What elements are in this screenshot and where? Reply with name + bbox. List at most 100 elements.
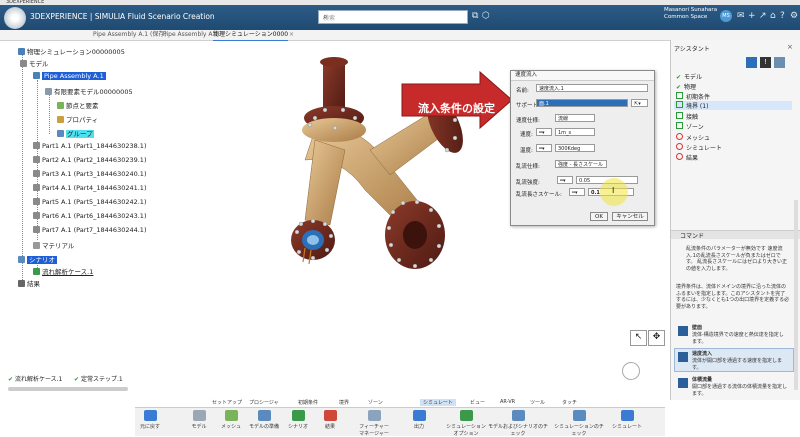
assistant-item-label: シミュレート (686, 145, 722, 152)
home-icon[interactable]: ⌂ (770, 11, 776, 21)
ribbon-tab-simulate[interactable]: シミュレート (420, 399, 456, 406)
results-button[interactable]: 結果 (316, 410, 344, 430)
mesh-button[interactable]: メッシュ (217, 410, 245, 430)
tree-part-label: Part2 A.1 (Part2_1844630239.1) (42, 156, 147, 164)
velocity-field[interactable]: 1m_s (555, 128, 595, 136)
part-icon (33, 156, 40, 163)
tree-part-label: Part3 A.1 (Part3_1844630240.1) (42, 170, 147, 178)
assistant-item-initial-conditions[interactable]: 初期条件 (676, 92, 710, 101)
tree-item-part[interactable]: Part6 A.1 (Part6_1844630243.1) (33, 212, 146, 220)
assistant-item-boundary[interactable]: 境界 (1) (674, 101, 792, 110)
tree-item-scenario[interactable]: シナリオ (18, 254, 57, 264)
help-icon[interactable]: ? (780, 11, 785, 21)
search-icon[interactable]: ⌕ (323, 12, 465, 22)
assistant-item-physics[interactable]: ✔ 物理 (676, 82, 696, 91)
avatar[interactable]: MS (720, 10, 732, 22)
tree-item-part[interactable]: Part1 A.1 (Part1_1844630238.1) (33, 142, 146, 150)
ribbon-tab-procedure[interactable]: プロシージャ (249, 399, 279, 406)
tree-item-part[interactable]: Part5 A.1 (Part5_1844630242.1) (33, 198, 146, 206)
tree-line (22, 54, 23, 282)
tree-item-part[interactable]: Part3 A.1 (Part3_1844630240.1) (33, 170, 146, 178)
tree-item-groups[interactable]: グループ (57, 128, 94, 138)
tool-wall-name[interactable]: 壁面 (692, 325, 702, 332)
ribbon-tab-ar-vr[interactable]: AR-VR (500, 399, 515, 405)
search-input[interactable]: 検索 ⌕ (318, 10, 468, 24)
output-button[interactable]: 出力 (405, 410, 433, 430)
ribbon-tab-boundary[interactable]: 境界 (339, 399, 349, 406)
tree-item-materials[interactable]: マテリアル (33, 240, 74, 250)
close-tab-icon[interactable]: × (289, 30, 294, 40)
assistant-item-contact[interactable]: 接触 (676, 112, 698, 121)
check-model-scenario-button[interactable]: モデルおよびシナリオのチェック (488, 410, 548, 437)
simulate-button[interactable]: シミュレート (612, 410, 642, 430)
tree-item-part[interactable]: Part7 A.1 (Part7_1844630244.1) (33, 226, 146, 234)
status-step: ✔ 定常ステップ.1 (74, 374, 123, 383)
assistant-item-zones[interactable]: ゾーン (676, 122, 704, 131)
tab-pipe-assembly-saved[interactable]: Pipe Assembly A.1 (保存) (93, 30, 167, 40)
part-icon (33, 212, 40, 219)
prepare-model-button[interactable]: モデルの準備 (246, 410, 282, 430)
tree-item-properties[interactable]: プロパティ (57, 114, 98, 124)
tool-volume-flow-name[interactable]: 体積流量 (692, 377, 712, 384)
ribbon-tab-zone[interactable]: ゾーン (368, 399, 383, 406)
velocity-mode-select[interactable]: ═▾ (536, 128, 552, 136)
add-icon[interactable]: + (748, 11, 756, 21)
tree-item-part[interactable]: Part4 A.1 (Part4_1844630241.1) (33, 184, 146, 192)
temperature-field[interactable]: 300Kdeg (555, 144, 595, 152)
warning-icon[interactable]: ! (760, 57, 771, 68)
assistant-scrollbar[interactable] (794, 200, 798, 390)
chat-icon[interactable]: ✉ (737, 11, 745, 21)
intensity-mode-select[interactable]: ═▾ (557, 176, 573, 184)
ok-button[interactable]: OK (590, 212, 608, 221)
compass-icon[interactable] (4, 7, 26, 29)
tag-icon[interactable]: ⧉ (472, 11, 478, 21)
user-info: Masanori Sunahara Common Space (664, 7, 717, 21)
assistant-item-results[interactable]: 結果 (676, 153, 698, 162)
tree-part-label: Part4 A.1 (Part4_1844630241.1) (42, 184, 147, 192)
tree-item-assembly[interactable]: Pipe Assembly A.1 (33, 72, 106, 80)
ribbon-tab-initial[interactable]: 初期条件 (298, 399, 318, 406)
select-arrow-icon[interactable]: ↖ (630, 330, 647, 346)
tab-pipe-assembly[interactable]: Pipe Assembly A.1 (163, 30, 218, 40)
tree-item-flow-case[interactable]: 流れ解析ケース.1 (33, 266, 93, 276)
simulation-options-button[interactable]: シミュレーション オプション (446, 410, 486, 437)
feature-manager-button[interactable]: フィーチャー マネージャー (356, 410, 392, 437)
turbulence-length-label: 乱流長さスケール: (516, 192, 562, 198)
velocity-spec-select[interactable]: 流線 (555, 114, 595, 122)
tree-item-part[interactable]: Part2 A.1 (Part2_1844630239.1) (33, 156, 146, 164)
turbulence-spec-select[interactable]: 強度 - 長さスケール (555, 160, 607, 168)
ribbon-tab-setup[interactable]: セットアップ (212, 399, 242, 406)
cancel-button[interactable]: キャンセル (612, 212, 648, 221)
assistant-view-icon[interactable] (746, 57, 757, 68)
tab-physics-simulation[interactable]: 物理シミュレーション0000 (213, 30, 289, 41)
temperature-mode-select[interactable]: ═▾ (536, 144, 552, 152)
name-field[interactable]: 速度流入.1 (536, 84, 648, 92)
undo-button[interactable]: 元に戻す (136, 410, 164, 430)
ribbon-tab-touch[interactable]: タッチ (562, 399, 577, 406)
tree-item-model[interactable]: モデル (20, 58, 49, 68)
share-icon[interactable]: ↗ (759, 11, 767, 21)
ribbon-tab-view[interactable]: ビュー (470, 399, 485, 406)
settings-icon[interactable]: ⚙ (790, 11, 798, 21)
view-orientation-icon[interactable] (622, 362, 640, 380)
tree-item-results[interactable]: 結果 (18, 278, 40, 288)
tree-item-fe-model[interactable]: 有限要素モデル00000005 (45, 86, 133, 96)
support-field[interactable]: 面.1 (536, 99, 628, 107)
length-mode-select[interactable]: ═▾ (569, 188, 585, 196)
move-icon[interactable]: ✥ (648, 330, 665, 346)
assistant-item-mesh[interactable]: メッシュ (676, 133, 710, 142)
ribbon-tab-tools[interactable]: ツール (530, 399, 545, 406)
assistant-item-simulate[interactable]: シミュレート (676, 143, 722, 152)
check-simulation-button[interactable]: シミュレーションのチェック (552, 410, 606, 437)
scenario-button[interactable]: シナリオ (284, 410, 312, 430)
bookmark-icon[interactable]: ⬡ (482, 11, 490, 21)
support-select-icon[interactable]: ⇱▾ (631, 99, 648, 107)
close-icon[interactable]: × (787, 43, 793, 51)
tree-root[interactable]: 物理シミュレーション00000005 (18, 46, 125, 56)
tree-item-nodes-elements[interactable]: 節点と要素 (57, 100, 99, 110)
assistant-item-model[interactable]: ✔ モデル (676, 72, 702, 81)
horizontal-scrollbar[interactable] (8, 387, 128, 391)
model-button[interactable]: モデル (185, 410, 213, 430)
assistant-settings-icon[interactable] (774, 57, 785, 68)
flow-case-icon (33, 268, 40, 275)
